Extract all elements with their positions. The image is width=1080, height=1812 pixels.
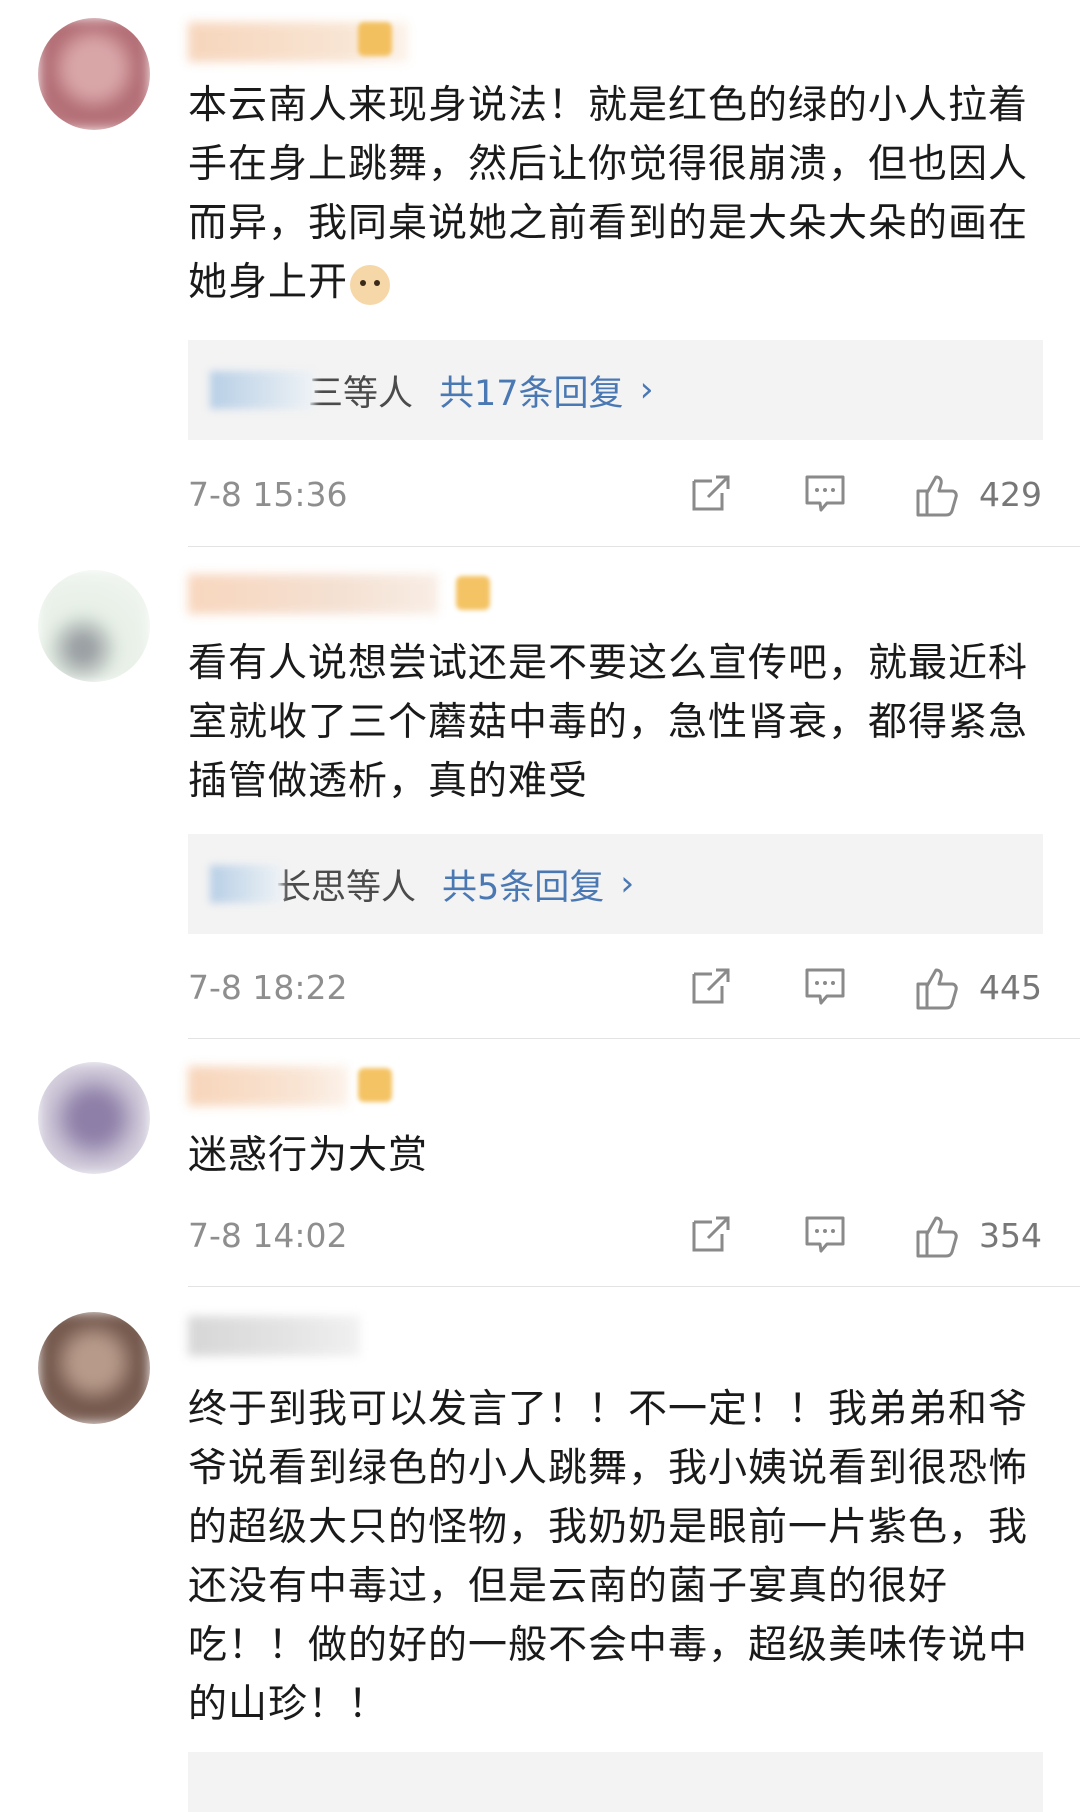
username[interactable]	[188, 1316, 360, 1356]
timestamp: 7-8 18:22	[188, 968, 348, 1007]
chevron-right-icon: ›	[639, 370, 654, 410]
divider	[188, 546, 1080, 547]
like-count: 429	[979, 475, 1042, 514]
chevron-right-icon: ›	[620, 864, 635, 904]
comment-icon[interactable]	[803, 471, 847, 515]
thumbs-up-icon[interactable]	[912, 471, 960, 519]
comment-icon[interactable]	[803, 964, 847, 1008]
comment-footer: 7-8 15:36 429	[0, 465, 1080, 525]
comment-text: 终于到我可以发言了！！不一定！！我弟弟和爷爷说看到绿色的小人跳舞，我小姨说看到很…	[188, 1387, 1029, 1727]
comment-text: 本云南人来现身说法！就是红色的绿的小人拉着手在身上跳舞，然后让你觉得很崩溃，但也…	[188, 83, 1029, 305]
comment-icon[interactable]	[803, 1212, 847, 1256]
avatar[interactable]	[38, 1062, 150, 1174]
username[interactable]	[188, 1066, 348, 1106]
user-badge-icon	[456, 576, 490, 610]
avatar[interactable]	[38, 1312, 150, 1424]
cat-emoji-icon	[350, 264, 391, 305]
like-count: 354	[979, 1216, 1042, 1255]
like-count: 445	[979, 968, 1042, 1007]
divider	[188, 1286, 1080, 1287]
user-badge-icon	[358, 1068, 392, 1102]
thumbs-up-icon[interactable]	[912, 1212, 960, 1260]
share-icon[interactable]	[690, 471, 734, 515]
thumbs-up-icon[interactable]	[912, 964, 960, 1012]
user-badge-icon	[358, 22, 392, 56]
reply-count-link[interactable]: 共17条回复	[439, 365, 624, 416]
reply-user-avatars	[210, 865, 282, 903]
share-icon[interactable]	[690, 1212, 734, 1256]
divider	[188, 1038, 1080, 1039]
share-icon[interactable]	[690, 964, 734, 1008]
comment-footer: 7-8 14:02 354	[0, 1206, 1080, 1266]
reply-count-link[interactable]: 共5条回复	[442, 859, 604, 910]
timestamp: 7-8 14:02	[188, 1216, 348, 1255]
timestamp: 7-8 15:36	[188, 475, 348, 514]
comment-footer: 7-8 18:22 445	[0, 958, 1080, 1018]
reply-users: 三等人	[308, 373, 414, 414]
avatar[interactable]	[38, 18, 150, 130]
replies-summary[interactable]	[188, 1752, 1043, 1812]
reply-users: 长思等人	[276, 867, 417, 908]
replies-summary[interactable]: 长思等人 共5条回复 ›	[188, 834, 1043, 934]
replies-summary[interactable]: 三等人 共17条回复 ›	[188, 340, 1043, 440]
comment-text: 迷惑行为大赏	[188, 1133, 429, 1178]
comment-text: 看有人说想尝试还是不要这么宣传吧，就最近科室就收了三个蘑菇中毒的，急性肾衰，都得…	[188, 641, 1029, 804]
reply-user-avatars	[210, 371, 314, 409]
avatar[interactable]	[38, 570, 150, 682]
username[interactable]	[188, 574, 438, 614]
